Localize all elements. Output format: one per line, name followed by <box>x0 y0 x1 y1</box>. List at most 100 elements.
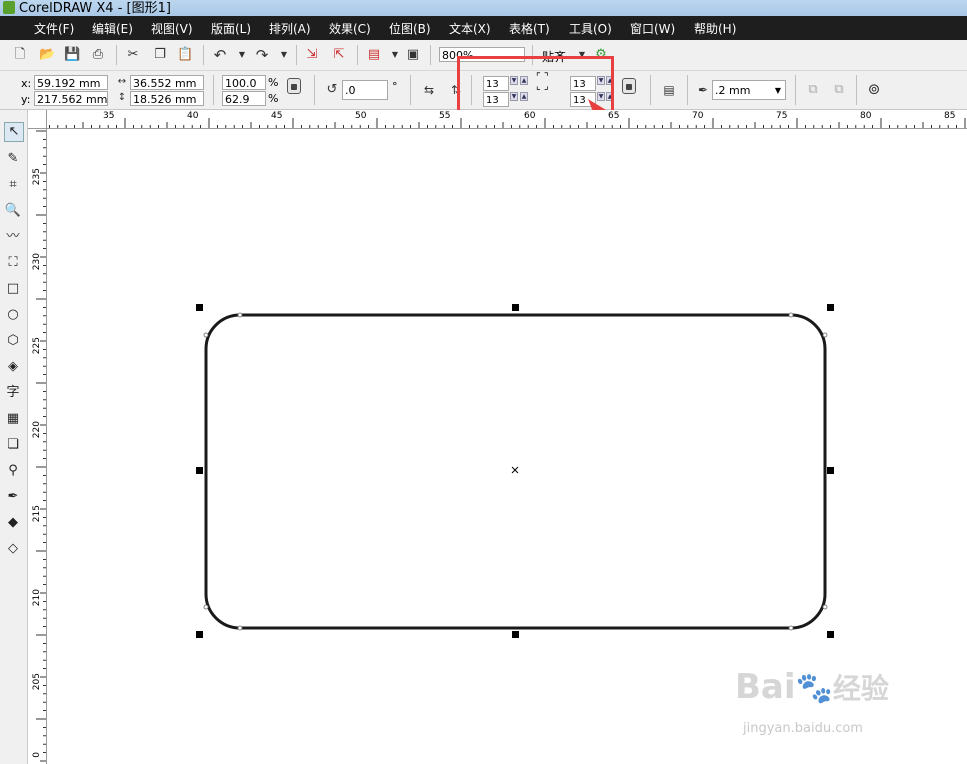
menu-bitmaps[interactable]: 位图(B) <box>389 20 431 37</box>
outline-dropdown-icon[interactable]: ▼ <box>775 81 781 99</box>
undo-icon[interactable]: ↶ <box>212 47 228 63</box>
application-launcher-icon[interactable]: ▤ <box>366 47 382 63</box>
print-icon[interactable]: ⎙ <box>90 47 106 63</box>
height-field[interactable]: 18.526 mm <box>130 91 204 106</box>
outline-tool-icon[interactable]: ✒ <box>4 488 22 506</box>
outline-width-select[interactable]: .2 mm ▼ <box>712 80 786 100</box>
menu-tools[interactable]: 工具(O) <box>569 20 612 37</box>
x-position-field[interactable]: 59.192 mm <box>34 75 108 90</box>
selection-handle-tl[interactable] <box>196 304 203 311</box>
menu-view[interactable]: 视图(V) <box>151 20 193 37</box>
selection-handle-bl[interactable] <box>196 631 203 638</box>
launcher-dropdown-icon[interactable]: ▼ <box>387 47 403 63</box>
shape-tool-icon[interactable]: ✎ <box>4 150 22 168</box>
ruler-label: 40 <box>187 111 199 121</box>
y-position-field[interactable]: 217.562 mm <box>34 91 108 106</box>
menu-bar: 文件(F) 编辑(E) 视图(V) 版面(L) 排列(A) 效果(C) 位图(B… <box>0 16 967 40</box>
rotation-field[interactable]: .0 <box>342 80 388 100</box>
center-mark <box>511 466 519 474</box>
selection-handle-bottom[interactable] <box>512 631 519 638</box>
menu-help[interactable]: 帮助(H) <box>694 20 736 37</box>
menu-layout[interactable]: 版面(L) <box>211 20 251 37</box>
new-document-icon[interactable]: 🗋 <box>12 47 28 63</box>
ruler-label: 35 <box>103 111 115 121</box>
eyedropper-tool-icon[interactable]: ⚲ <box>4 462 22 480</box>
basic-shapes-tool-icon[interactable]: ◈ <box>4 358 22 376</box>
outline-width-value: .2 mm <box>715 84 751 97</box>
cut-icon[interactable]: ✂ <box>125 47 141 63</box>
selection-handle-left[interactable] <box>196 467 203 474</box>
paste-icon[interactable]: 📋 <box>177 47 193 63</box>
ruler-label: 220 <box>32 421 42 439</box>
width-field[interactable]: 36.552 mm <box>130 75 204 90</box>
ruler-label: 60 <box>524 111 536 121</box>
redo-icon[interactable]: ↷ <box>254 47 270 63</box>
rounded-rectangle[interactable] <box>204 313 827 630</box>
scale-x-field[interactable]: 100.0 <box>222 75 266 90</box>
mirror-horizontal-icon[interactable]: ⇆ <box>421 82 437 98</box>
horizontal-ruler[interactable]: 35 40 45 50 55 60 65 70 75 80 85 <box>28 110 967 129</box>
ruler-label: 65 <box>608 111 620 121</box>
height-icon: ↕ <box>117 92 127 103</box>
scale-y-field[interactable]: 62.9 <box>222 91 266 106</box>
selection-handle-right[interactable] <box>827 467 834 474</box>
text-tool-icon[interactable]: 字 <box>4 384 22 402</box>
selection-handle-tr[interactable] <box>827 304 834 311</box>
ruler-label: 50 <box>355 111 367 121</box>
welcome-screen-icon[interactable]: ▣ <box>405 47 421 63</box>
smart-fill-tool-icon[interactable]: ⛶ <box>4 254 22 272</box>
interactive-fill-tool-icon[interactable]: ◇ <box>4 540 22 558</box>
table-tool-icon[interactable]: ▦ <box>4 410 22 428</box>
convert-to-curves-icon[interactable]: ⊚ <box>866 81 882 97</box>
zoom-tool-icon[interactable]: 🔍 <box>4 202 22 220</box>
menu-text[interactable]: 文本(X) <box>449 20 491 37</box>
vertical-ruler[interactable]: 235 230 225 220 215 210 205 0 <box>28 128 47 764</box>
title-bar: CorelDRAW X4 - [图形1] <box>0 0 967 16</box>
lock-ratio-button[interactable] <box>287 78 301 94</box>
degree-unit: ° <box>392 80 398 93</box>
menu-arrange[interactable]: 排列(A) <box>269 20 311 37</box>
crop-tool-icon[interactable]: ⌗ <box>4 176 22 194</box>
corner-lock-button[interactable] <box>622 78 636 94</box>
ruler-label: 0 <box>32 752 42 758</box>
menu-effects[interactable]: 效果(C) <box>329 20 371 37</box>
window-title: CorelDRAW X4 - [图形1] <box>19 1 171 16</box>
copy-icon[interactable]: ❐ <box>152 47 168 63</box>
interactive-tool-icon[interactable]: ❏ <box>4 436 22 454</box>
import-icon[interactable]: ⇲ <box>304 47 320 63</box>
scale-y-unit: % <box>268 92 279 105</box>
corner-nodes <box>203 312 828 631</box>
ruler-label: 80 <box>860 111 872 121</box>
to-back-icon[interactable]: ⧉ <box>831 82 847 98</box>
ellipse-tool-icon[interactable]: ○ <box>4 306 22 324</box>
menu-edit[interactable]: 编辑(E) <box>92 20 133 37</box>
ruler-label: 215 <box>32 505 42 523</box>
scale-x-unit: % <box>268 76 279 89</box>
export-icon[interactable]: ⇱ <box>331 47 347 63</box>
open-icon[interactable]: 📂 <box>39 47 55 63</box>
watermark-logo: Bai🐾经验 <box>735 667 889 707</box>
menu-window[interactable]: 窗口(W) <box>630 20 675 37</box>
ruler-label: 230 <box>32 253 42 271</box>
width-icon: ↔ <box>117 76 127 87</box>
pick-tool-icon[interactable]: ↖ <box>4 122 24 142</box>
ruler-label: 85 <box>944 111 956 121</box>
save-icon[interactable]: 💾 <box>64 47 80 63</box>
redo-dropdown-icon[interactable]: ▼ <box>276 47 292 63</box>
fill-tool-icon[interactable]: ◆ <box>4 514 22 532</box>
freehand-tool-icon[interactable]: 〰 <box>4 228 22 246</box>
app-icon <box>3 1 15 14</box>
to-front-icon[interactable]: ⧉ <box>805 82 821 98</box>
menu-table[interactable]: 表格(T) <box>509 20 550 37</box>
menu-file[interactable]: 文件(F) <box>34 20 74 37</box>
y-label: y: <box>21 93 31 106</box>
undo-dropdown-icon[interactable]: ▼ <box>234 47 250 63</box>
polygon-tool-icon[interactable]: ⬡ <box>4 332 22 350</box>
ruler-label: 225 <box>32 337 42 355</box>
selection-handle-br[interactable] <box>827 631 834 638</box>
x-label: x: <box>21 77 32 90</box>
rectangle-tool-icon[interactable]: □ <box>4 280 22 298</box>
ruler-origin[interactable] <box>28 110 47 129</box>
toolbox: ↖ ✎ ⌗ 🔍 〰 ⛶ □ ○ ⬡ ◈ 字 ▦ ❏ ⚲ ✒ ◆ ◇ <box>0 110 28 764</box>
selection-handle-top[interactable] <box>512 304 519 311</box>
